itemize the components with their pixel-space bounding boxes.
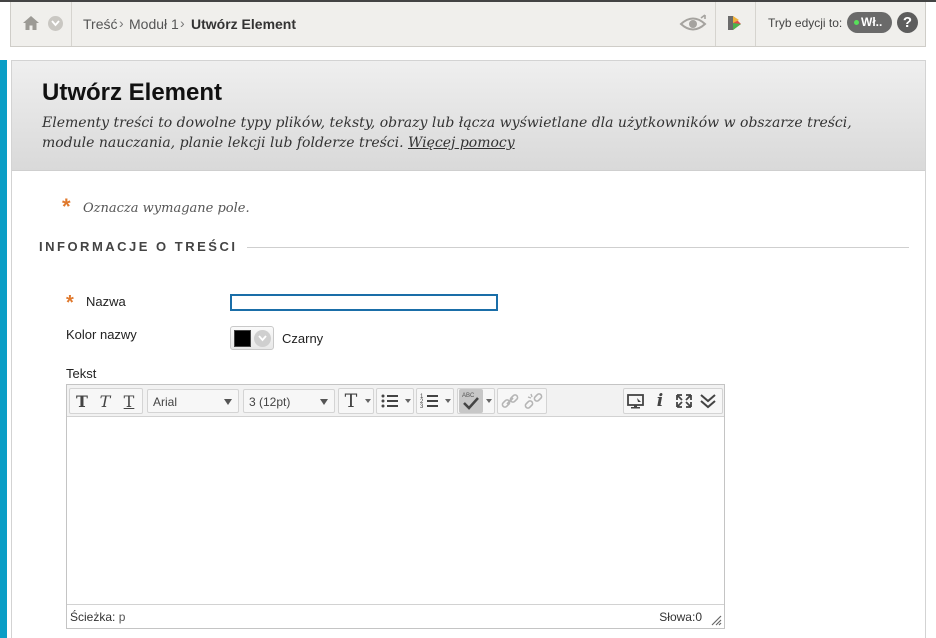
path-label: Ścieżka: — [70, 610, 116, 624]
info-icon[interactable]: i — [649, 389, 671, 413]
student-preview-eye-icon[interactable] — [679, 14, 707, 34]
font-size-value: 3 (12pt) — [249, 395, 291, 409]
content-panel: Utwórz Element Elementy treści to dowoln… — [11, 60, 926, 638]
preview-icon[interactable] — [625, 389, 647, 413]
dropdown-arrow-icon[interactable] — [486, 399, 492, 403]
breadcrumb-item-tresc[interactable]: Treść — [83, 16, 117, 32]
color-name: Czarny — [282, 331, 324, 346]
text-editor: T T T Arial 3 (12pt) T 1 2 3 ABC i Ścież… — [66, 384, 725, 629]
dropdown-arrow-icon — [320, 399, 328, 405]
breadcrumb-separator: › — [180, 15, 185, 31]
edit-mode-value: Wł.. — [861, 15, 883, 29]
editor-toolbar: T T T Arial 3 (12pt) T 1 2 3 ABC i — [67, 385, 724, 417]
divider — [715, 2, 716, 46]
required-star-icon: * — [62, 194, 71, 219]
svg-text:ABC: ABC — [462, 393, 475, 399]
numbered-list-icon[interactable]: 1 2 3 — [419, 389, 441, 413]
divider — [755, 2, 756, 46]
word-count: Słowa:0 — [659, 610, 702, 624]
required-star-icon: * — [66, 292, 74, 314]
italic-button[interactable]: T — [94, 389, 116, 413]
color-label: Kolor nazwy — [66, 327, 137, 342]
color-picker-button[interactable] — [230, 326, 274, 350]
bold-button[interactable]: T — [71, 389, 93, 413]
status-dot-icon — [854, 20, 859, 25]
breadcrumb-bar: Treść › Moduł 1 › Utwórz Element Tryb ed… — [10, 2, 926, 47]
text-label: Tekst — [66, 366, 97, 381]
path-value[interactable]: p — [119, 610, 126, 624]
page-root: Treść › Moduł 1 › Utwórz Element Tryb ed… — [0, 0, 936, 638]
color-swatch — [234, 330, 251, 347]
edit-mode-label: Tryb edycji to: — [768, 16, 843, 30]
font-family-value: Arial — [153, 395, 178, 409]
editor-statusbar: Ścieżka: p Słowa:0 — [67, 604, 724, 628]
resize-handle-icon[interactable] — [711, 615, 722, 626]
section-title: INFORMACJE O TREŚCI — [39, 239, 238, 254]
page-description: Elementy treści to dowolne typy plików, … — [42, 113, 902, 153]
breadcrumb-current: Utwórz Element — [191, 16, 297, 32]
divider — [71, 2, 72, 46]
edit-mode-toggle[interactable]: Wł.. — [847, 12, 892, 33]
font-size-select[interactable]: 3 (12pt) — [243, 389, 335, 413]
font-family-select[interactable]: Arial — [147, 389, 239, 413]
section-divider — [247, 247, 909, 248]
breadcrumb-separator: › — [119, 15, 124, 31]
bullet-list-icon[interactable] — [379, 389, 401, 413]
name-input[interactable] — [230, 294, 498, 311]
path-indicator: Ścieżka: p — [70, 610, 125, 624]
home-menu-chevron-icon[interactable] — [48, 16, 63, 31]
breadcrumb-item-modul[interactable]: Moduł 1 — [129, 16, 179, 32]
link-icon[interactable] — [499, 389, 521, 413]
home-icon[interactable] — [22, 14, 40, 32]
name-label: Nazwa — [86, 294, 126, 309]
help-icon[interactable]: ? — [897, 12, 918, 33]
svg-text:3: 3 — [420, 404, 424, 410]
format-button[interactable]: T — [340, 389, 362, 413]
left-accent-strip — [0, 60, 7, 638]
course-tools-icon[interactable] — [727, 14, 743, 32]
dropdown-arrow-icon[interactable] — [365, 399, 371, 403]
required-note: Oznacza wymagane pole. — [83, 201, 250, 216]
dropdown-arrow-icon[interactable] — [405, 399, 411, 403]
fullscreen-icon[interactable] — [673, 389, 695, 413]
page-title: Utwórz Element — [42, 79, 223, 106]
spellcheck-icon[interactable]: ABC — [459, 389, 483, 413]
editor-content-area[interactable] — [67, 418, 724, 604]
page-header: Utwórz Element Elementy treści to dowoln… — [12, 61, 925, 171]
unlink-icon[interactable] — [522, 389, 544, 413]
dropdown-arrow-icon — [224, 399, 232, 405]
chevron-down-icon — [254, 330, 271, 347]
underline-button[interactable]: T — [118, 389, 140, 413]
more-help-link[interactable]: Więcej pomocy — [408, 135, 515, 151]
collapse-toolbar-icon[interactable] — [697, 389, 719, 413]
dropdown-arrow-icon[interactable] — [445, 399, 451, 403]
